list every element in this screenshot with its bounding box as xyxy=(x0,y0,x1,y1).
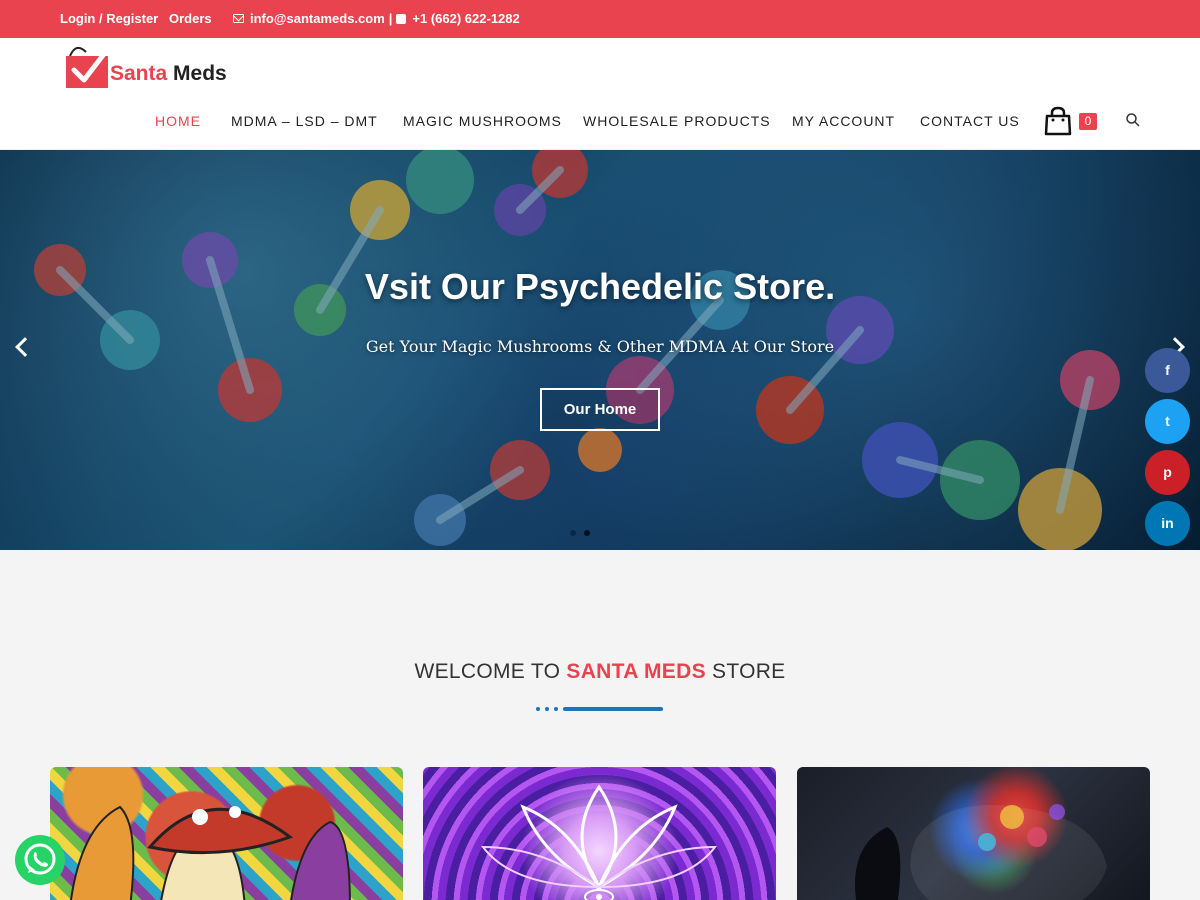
cart-count-badge[interactable]: 0 xyxy=(1079,113,1097,130)
whatsapp-chat-button[interactable] xyxy=(15,835,65,885)
psychedelic-mushrooms-image xyxy=(70,805,351,900)
shopping-bag-icon[interactable] xyxy=(1043,106,1073,136)
contact-phone[interactable]: +1 (662) 622-1282 xyxy=(412,11,519,26)
pinterest-share-button[interactable]: p xyxy=(1145,450,1190,495)
whatsapp-icon xyxy=(24,843,56,875)
divider-dot xyxy=(545,707,549,711)
welcome-prefix: WELCOME TO xyxy=(414,660,567,683)
contact-info: info@santameds.com | +1 (662) 622-1282 xyxy=(233,11,520,26)
divider-dot xyxy=(554,707,558,711)
orders-link[interactable]: Orders xyxy=(169,11,212,26)
facebook-share-button[interactable]: f xyxy=(1145,348,1190,393)
site-header: Santa Meds HOME MDMA – LSD – DMT MAGIC M… xyxy=(0,38,1200,150)
nav-item-mdma-lsd-dmt[interactable]: MDMA – LSD – DMT xyxy=(231,113,378,129)
facebook-icon: f xyxy=(1165,362,1170,378)
welcome-suffix: STORE xyxy=(705,660,786,683)
main-nav: HOME MDMA – LSD – DMT MAGIC MUSHROOMS WH… xyxy=(0,113,1200,133)
hero-subtitle: Get Your Magic Mushrooms & Other MDMA At… xyxy=(365,337,835,356)
welcome-heading: WELCOME TO SANTA MEDS STORE xyxy=(0,660,1200,684)
divider-line xyxy=(563,707,663,711)
purple-lotus-mandala-image xyxy=(480,784,718,900)
category-card-lotus[interactable] xyxy=(423,767,776,900)
contact-separator: | xyxy=(388,11,393,26)
slider-dots xyxy=(570,530,590,536)
search-icon[interactable] xyxy=(1126,113,1140,127)
site-logo[interactable]: Santa Meds xyxy=(62,42,232,92)
pinterest-icon: p xyxy=(1163,464,1172,480)
nav-item-magic-mushrooms[interactable]: MAGIC MUSHROOMS xyxy=(403,113,562,129)
slider-dot-2[interactable] xyxy=(584,530,590,536)
linkedin-icon: in xyxy=(1161,515,1174,531)
envelope-icon xyxy=(233,14,244,23)
nav-item-wholesale-products[interactable]: WHOLESALE PRODUCTS xyxy=(583,113,771,129)
welcome-brand: SANTA MEDS xyxy=(566,660,706,683)
slider-dot-1[interactable] xyxy=(570,530,576,536)
logo-text-meds: Meds xyxy=(167,62,227,85)
colorful-brain-silhouette-image xyxy=(855,804,1107,900)
category-card-mushrooms[interactable] xyxy=(50,767,403,900)
section-divider xyxy=(536,707,666,711)
linkedin-share-button[interactable]: in xyxy=(1145,501,1190,546)
top-bar: Login / Register Orders info@santameds.c… xyxy=(0,0,1200,38)
hero-title: Vsit Our Psychedelic Store. xyxy=(364,266,836,307)
phone-icon xyxy=(396,13,407,24)
nav-item-my-account[interactable]: MY ACCOUNT xyxy=(792,113,895,129)
login-register-link[interactable]: Login / Register xyxy=(60,11,158,26)
logo-text: Santa Meds xyxy=(110,62,227,86)
twitter-share-button[interactable]: t xyxy=(1145,399,1190,444)
nav-item-contact-us[interactable]: CONTACT US xyxy=(920,113,1020,129)
nav-item-home[interactable]: HOME xyxy=(155,113,201,129)
contact-email[interactable]: info@santameds.com xyxy=(250,11,385,26)
our-home-button[interactable]: Our Home xyxy=(540,388,660,431)
category-card-brain[interactable] xyxy=(797,767,1150,900)
twitter-icon: t xyxy=(1165,413,1170,429)
logo-text-santa: Santa xyxy=(110,62,168,85)
hero-slider: Vsit Our Psychedelic Store. Get Your Mag… xyxy=(0,150,1200,550)
divider-dot xyxy=(536,707,540,711)
